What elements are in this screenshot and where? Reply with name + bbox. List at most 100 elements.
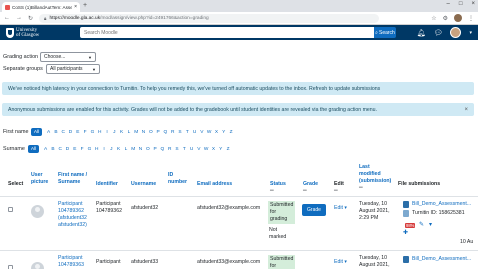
first-name-all-button[interactable]: All bbox=[31, 128, 42, 136]
first-name-initial-d[interactable]: D bbox=[67, 130, 74, 135]
maximize-button[interactable]: □ bbox=[459, 1, 463, 7]
first-name-initial-s[interactable]: S bbox=[176, 130, 183, 135]
first-name-initial-i[interactable]: I bbox=[103, 130, 110, 135]
avatar[interactable] bbox=[31, 262, 44, 269]
similarity-score-badge[interactable]: 98% bbox=[405, 223, 416, 228]
url-field[interactable]: 🔒︎ https://moodle.gla.ac.uk /mod/assign/… bbox=[39, 13, 380, 23]
tab-close-icon[interactable]: × bbox=[74, 4, 77, 10]
plus-icon[interactable]: ✚ bbox=[403, 230, 408, 237]
surname-initial-b[interactable]: B bbox=[49, 147, 56, 152]
first-name-initial-w[interactable]: W bbox=[206, 130, 213, 135]
chat-icon[interactable]: 💬︎ bbox=[434, 29, 443, 37]
row-select-checkbox[interactable] bbox=[8, 207, 13, 212]
user-picture-header[interactable]: User picture bbox=[31, 172, 48, 186]
first-name-initial-b[interactable]: B bbox=[52, 130, 59, 135]
surname-initial-l[interactable]: L bbox=[122, 147, 129, 152]
close-window-button[interactable]: × bbox=[471, 1, 475, 7]
bell-icon[interactable]: 🔔︎ bbox=[417, 29, 426, 37]
first-name-initial-u[interactable]: U bbox=[191, 130, 198, 135]
separate-groups-select[interactable]: All participants ▼ bbox=[46, 64, 100, 74]
first-name-initial-h[interactable]: H bbox=[96, 130, 103, 135]
first-name-initial-j[interactable]: J bbox=[111, 130, 118, 135]
first-name-initial-t[interactable]: T bbox=[184, 130, 191, 135]
search-input[interactable] bbox=[80, 27, 374, 38]
close-icon[interactable]: × bbox=[464, 107, 468, 113]
surname-all-button[interactable]: All bbox=[28, 145, 39, 153]
grade-button[interactable]: Grade bbox=[302, 204, 326, 216]
surname-initial-c[interactable]: C bbox=[57, 147, 64, 152]
surname-initial-j[interactable]: J bbox=[108, 147, 115, 152]
participant-name-link[interactable]: Participant 104789363 bbox=[58, 255, 84, 269]
username-header[interactable]: Username bbox=[131, 181, 156, 188]
first-name-initial-l[interactable]: L bbox=[125, 130, 132, 135]
profile-avatar-icon[interactable] bbox=[454, 14, 462, 22]
grading-action-select[interactable]: Choose... ▼ bbox=[40, 52, 96, 62]
first-name-surname-header[interactable]: First name / Surname bbox=[58, 172, 87, 186]
browser-tab[interactable]: CoSS (1)BillandAutTem: Assess... × bbox=[2, 2, 80, 12]
surname-initial-k[interactable]: K bbox=[115, 147, 122, 152]
first-name-initial-v[interactable]: V bbox=[198, 130, 205, 135]
first-name-initial-m[interactable]: M bbox=[133, 130, 140, 135]
surname-initial-v[interactable]: V bbox=[195, 147, 202, 152]
surname-initial-w[interactable]: W bbox=[203, 147, 210, 152]
row-select-checkbox[interactable] bbox=[8, 265, 13, 269]
first-name-initial-f[interactable]: F bbox=[81, 130, 88, 135]
new-tab-button[interactable]: + bbox=[83, 2, 87, 9]
file-name-link[interactable]: Bill_Demo_Assessment... bbox=[412, 201, 471, 208]
id-number-header[interactable]: ID number bbox=[168, 172, 187, 186]
edit-sort-icon[interactable]: ═ bbox=[334, 188, 344, 195]
surname-initial-n[interactable]: N bbox=[137, 147, 144, 152]
status-sort-icon[interactable]: ═ bbox=[270, 188, 286, 195]
first-name-initial-y[interactable]: Y bbox=[220, 130, 227, 135]
avatar[interactable] bbox=[31, 205, 44, 218]
first-name-initial-o[interactable]: O bbox=[147, 130, 154, 135]
edit-menu-button[interactable]: Edit ▾ bbox=[334, 205, 347, 212]
file-name-link[interactable]: Bill_Demo_Assessment... bbox=[412, 256, 471, 263]
surname-initial-z[interactable]: Z bbox=[224, 147, 231, 152]
surname-initial-i[interactable]: I bbox=[100, 147, 107, 152]
first-name-initial-n[interactable]: N bbox=[140, 130, 147, 135]
surname-initial-u[interactable]: U bbox=[188, 147, 195, 152]
surname-initial-y[interactable]: Y bbox=[217, 147, 224, 152]
surname-initial-q[interactable]: Q bbox=[159, 147, 166, 152]
last-modified-header[interactable]: Last modified (submission) ═ bbox=[359, 164, 391, 192]
first-name-initial-r[interactable]: R bbox=[169, 130, 176, 135]
first-name-initial-a[interactable]: A bbox=[45, 130, 52, 135]
first-name-initial-k[interactable]: K bbox=[118, 130, 125, 135]
forward-arrow-icon[interactable]: → bbox=[16, 15, 22, 21]
last-modified-sort-icon[interactable]: ═ bbox=[359, 185, 391, 192]
surname-initial-s[interactable]: S bbox=[173, 147, 180, 152]
first-name-initial-z[interactable]: Z bbox=[227, 130, 234, 135]
edit-menu-button[interactable]: Edit ▾ bbox=[334, 259, 347, 266]
surname-initial-p[interactable]: P bbox=[151, 147, 158, 152]
chevron-down-icon[interactable]: ▾ bbox=[429, 222, 432, 229]
university-logo[interactable]: University of Glasgow bbox=[6, 27, 39, 38]
menu-dots-icon[interactable]: ⋮ bbox=[468, 15, 474, 22]
surname-initial-x[interactable]: X bbox=[210, 147, 217, 152]
first-name-initial-p[interactable]: P bbox=[154, 130, 161, 135]
user-menu-chevron-icon[interactable]: ▾ bbox=[469, 30, 472, 36]
participant-name-link[interactable]: Participant 104789362 (afstudent32 afstu… bbox=[58, 201, 87, 229]
reload-icon[interactable]: ↻ bbox=[28, 15, 33, 22]
search-button[interactable]: ⌕ Search bbox=[374, 27, 396, 38]
user-avatar[interactable] bbox=[450, 27, 462, 38]
first-name-initial-e[interactable]: E bbox=[74, 130, 81, 135]
extensions-icon[interactable]: ⚙ bbox=[443, 15, 448, 22]
surname-initial-m[interactable]: M bbox=[130, 147, 137, 152]
surname-initial-h[interactable]: H bbox=[93, 147, 100, 152]
surname-initial-d[interactable]: D bbox=[64, 147, 71, 152]
first-name-initial-x[interactable]: X bbox=[213, 130, 220, 135]
surname-initial-a[interactable]: A bbox=[42, 147, 49, 152]
grade-sort-icon[interactable]: ═ bbox=[303, 188, 318, 195]
identifier-header[interactable]: Identifier bbox=[96, 181, 118, 188]
surname-initial-r[interactable]: R bbox=[166, 147, 173, 152]
surname-initial-t[interactable]: T bbox=[181, 147, 188, 152]
pencil-icon[interactable]: ✎ bbox=[419, 222, 424, 229]
back-arrow-icon[interactable]: ← bbox=[4, 15, 10, 21]
grade-header[interactable]: Grade ═ bbox=[303, 181, 318, 195]
email-header[interactable]: Email address bbox=[197, 181, 232, 188]
surname-initial-f[interactable]: F bbox=[78, 147, 85, 152]
surname-initial-g[interactable]: G bbox=[86, 147, 93, 152]
first-name-initial-c[interactable]: C bbox=[60, 130, 67, 135]
first-name-initial-g[interactable]: G bbox=[89, 130, 96, 135]
